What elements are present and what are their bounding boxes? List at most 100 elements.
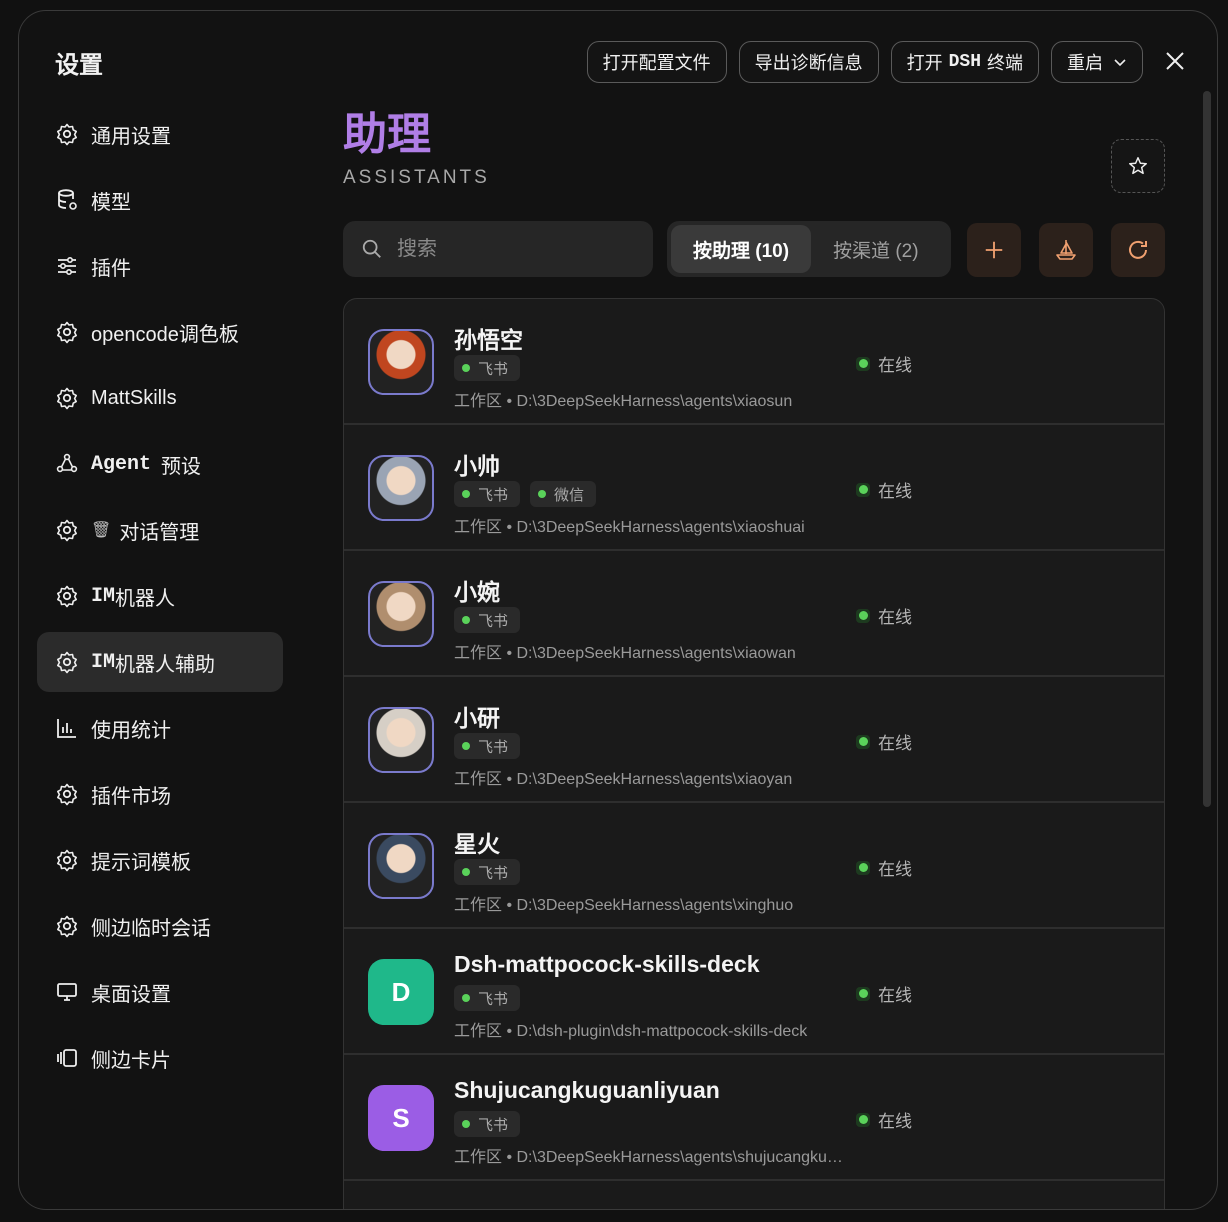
- restart-label: 重启: [1067, 53, 1103, 73]
- search-icon: [362, 239, 381, 258]
- sidebar-item-3[interactable]: opencode调色板: [37, 302, 283, 362]
- sidebar-item-11[interactable]: 提示词模板: [37, 830, 283, 890]
- assistant-name: 星火: [454, 831, 500, 857]
- online-indicator: [856, 356, 870, 371]
- assistant-row[interactable]: 小婉 飞书 工作区 • D:\3DeepSeekHarness\agents\xia…: [344, 551, 1164, 677]
- online-indicator: [856, 734, 870, 749]
- status-badge: 在线: [856, 855, 912, 880]
- sidebar-item-label: 通用设置: [91, 125, 171, 148]
- channel-tags: 飞书: [454, 607, 521, 633]
- channel-tag-label: 飞书: [478, 360, 509, 378]
- sidebar-item-6[interactable]: 🗑 对话管理: [37, 500, 283, 560]
- assistant-row[interactable]: D Dsh-mattpocock-skills-deck 飞书 工作区 • D:\ds…: [344, 929, 1164, 1055]
- channel-tag-label: 微信: [554, 486, 585, 504]
- avatar: [368, 581, 434, 647]
- toolbar: 打开配置文件 导出诊断信息 打开 DSH 终端 重启: [586, 41, 1143, 83]
- tab-by-channel[interactable]: 按渠道 (2): [811, 225, 941, 273]
- modal-title: 设置: [55, 52, 103, 79]
- sidebar-item-12[interactable]: 侧边临时会话: [37, 896, 283, 956]
- status-badge: 在线: [856, 729, 912, 754]
- status-badge: 在线: [856, 477, 912, 502]
- open-dsh-post: 终端: [987, 53, 1023, 73]
- sidebar-item-mono: IM: [91, 650, 116, 674]
- sidebar-item-9[interactable]: 使用统计: [37, 698, 283, 758]
- assistant-row[interactable]: 小帅 飞书 微信 工作区 • D:\3DeepSeekHarness\agents\x…: [344, 425, 1164, 551]
- sidebar-item-5[interactable]: Agent 预设: [37, 434, 283, 494]
- sidebar-item-2[interactable]: 插件: [37, 236, 283, 296]
- sidebar-item-label: 插件市场: [91, 785, 171, 808]
- assistant-list: 孙悟空 飞书 工作区 • D:\3DeepSeekHarness\agents\xi…: [343, 298, 1165, 1209]
- plus-icon: [985, 241, 1003, 259]
- avatar: [368, 329, 434, 395]
- close-icon[interactable]: [1163, 49, 1187, 73]
- main-panel: 助理 ASSISTANTS 按助理 (10) 按渠道 (2) 孙: [343, 110, 1165, 1209]
- sidebar-item-label: 侧边临时会话: [91, 917, 211, 940]
- gear-icon: [57, 849, 77, 872]
- assistant-row[interactable]: S Shujucangkuguanliyuan 飞书 工作区 • D:\3DeepSe…: [344, 1055, 1164, 1181]
- channel-tag: 飞书: [454, 859, 521, 885]
- assistant-name: 小研: [454, 705, 500, 731]
- sidebar-item-label: 使用统计: [91, 719, 171, 742]
- sliders-icon: [58, 256, 76, 276]
- channel-tags: 飞书: [454, 985, 521, 1011]
- agent-icon: [56, 453, 78, 473]
- open-dsh-terminal-button[interactable]: 打开 DSH 终端: [890, 41, 1039, 83]
- assistant-row[interactable]: 孙悟空 飞书 工作区 • D:\3DeepSeekHarness\agents\xi…: [344, 299, 1164, 425]
- monitor-icon: [57, 983, 77, 1001]
- channel-tag: 飞书: [454, 481, 521, 507]
- page-title: 助理: [343, 110, 431, 159]
- channel-tag-label: 飞书: [478, 738, 509, 756]
- status-dot: [538, 490, 547, 498]
- restart-dropdown-button[interactable]: 重启: [1051, 41, 1143, 83]
- favorite-button[interactable]: [1111, 139, 1165, 193]
- sidebar-item-1[interactable]: 模型: [37, 170, 283, 230]
- avatar: [368, 833, 434, 899]
- gear-icon: [57, 321, 77, 344]
- status-dot: [462, 364, 470, 372]
- sidebar-item-label: 插件: [91, 257, 131, 280]
- online-indicator: [856, 1112, 870, 1127]
- sidebar-item-label: 预设: [161, 455, 202, 478]
- gear-icon: [57, 915, 77, 938]
- sidebar-item-label: 模型: [91, 191, 131, 214]
- sidebar-item-label: 桌面设置: [91, 983, 171, 1006]
- sidebar-item-4[interactable]: MattSkills: [37, 368, 283, 428]
- open-config-button[interactable]: 打开配置文件: [586, 41, 727, 83]
- add-assistant-button[interactable]: [967, 223, 1021, 277]
- sidebar-item-label: opencode调色板: [91, 323, 239, 346]
- sidebar-item-8[interactable]: IM 机器人辅助: [37, 632, 283, 692]
- gear-icon: [57, 651, 77, 674]
- database-icon: [58, 189, 77, 210]
- channel-tag: 飞书: [454, 607, 521, 633]
- status-label: 在线: [878, 860, 912, 879]
- scrollbar[interactable]: [1203, 91, 1211, 807]
- search-box[interactable]: [343, 221, 653, 277]
- channel-tags: 飞书: [454, 1111, 521, 1137]
- status-badge: 在线: [856, 603, 912, 628]
- sidebar-item-13[interactable]: 桌面设置: [37, 962, 283, 1022]
- sail-button[interactable]: [1039, 223, 1093, 277]
- status-dot: [462, 1120, 470, 1128]
- sidebar-item-10[interactable]: 插件市场: [37, 764, 283, 824]
- channel-tags: 飞书: [454, 355, 521, 381]
- sidebar-item-0[interactable]: 通用设置: [37, 104, 283, 164]
- refresh-button[interactable]: [1111, 223, 1165, 277]
- assistant-row[interactable]: 星火 飞书 工作区 • D:\3DeepSeekHarness\agents\xin…: [344, 803, 1164, 929]
- status-dot: [462, 490, 470, 498]
- assistant-row[interactable]: 小研 飞书 工作区 • D:\3DeepSeekHarness\agents\xia…: [344, 677, 1164, 803]
- avatar: D: [368, 959, 434, 1025]
- sidebar-item-7[interactable]: IM 机器人: [37, 566, 283, 626]
- channel-tag: 飞书: [454, 355, 521, 381]
- search-input[interactable]: [397, 237, 617, 261]
- gear-icon: [57, 585, 77, 608]
- status-label: 在线: [878, 734, 912, 753]
- assistant-name: Dsh-mattpocock-skills-deck: [454, 951, 760, 977]
- tab-by-assistant[interactable]: 按助理 (10): [671, 225, 812, 273]
- sidebar-item-14[interactable]: 侧边卡片: [37, 1028, 283, 1088]
- settings-modal: 设置 打开配置文件 导出诊断信息 打开 DSH 终端 重启 通用设置模型插件 op…: [18, 10, 1218, 1210]
- channel-tags: 飞书: [454, 733, 521, 759]
- avatar: S: [368, 1085, 434, 1151]
- sidebar-item-mono: IM: [91, 584, 116, 608]
- status-label: 在线: [878, 986, 912, 1005]
- export-diagnostics-button[interactable]: 导出诊断信息: [738, 41, 879, 83]
